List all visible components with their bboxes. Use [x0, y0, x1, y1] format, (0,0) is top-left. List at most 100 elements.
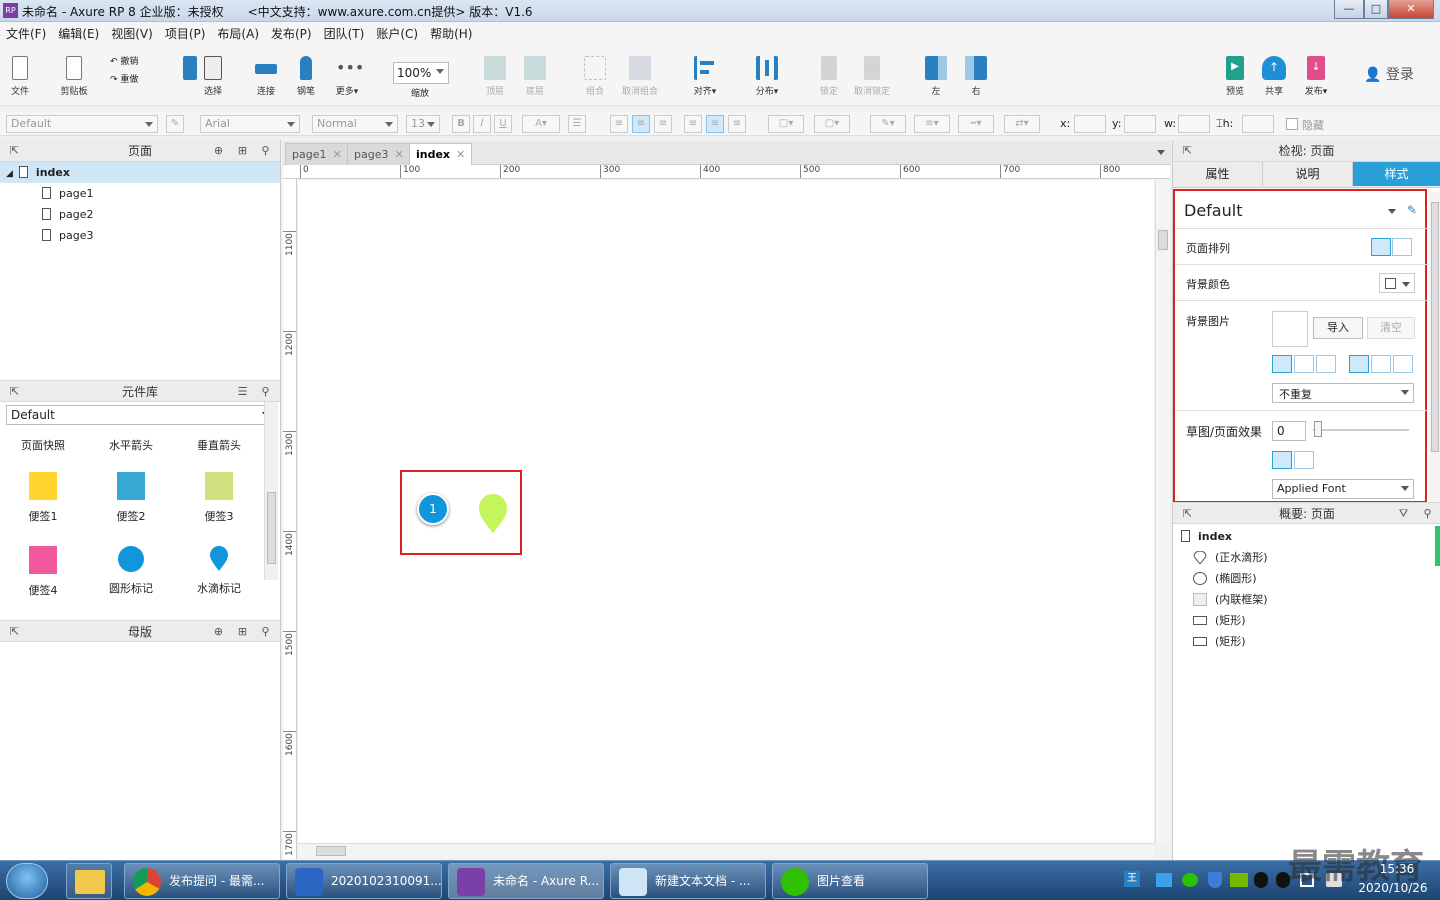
taskbar-explorer[interactable]: [66, 863, 112, 899]
menu-account[interactable]: 账户(C): [370, 22, 424, 42]
widget-sticky-2[interactable]: 便签2: [90, 472, 172, 524]
close-button[interactable]: ✕: [1388, 0, 1434, 19]
outline-scroll-indicator[interactable]: [1435, 526, 1440, 566]
hide-checkbox[interactable]: [1286, 118, 1298, 130]
align-middle-left-icon[interactable]: [1349, 355, 1369, 373]
menu-file[interactable]: 文件(F): [0, 22, 52, 42]
line-width-icon[interactable]: ≡▾: [914, 115, 950, 133]
align-bottom-icon[interactable]: [1393, 355, 1413, 373]
design-canvas[interactable]: 1: [298, 180, 1154, 843]
more-tool[interactable]: ••• 更多▾: [332, 56, 365, 97]
align-left-page-icon[interactable]: [1371, 238, 1391, 256]
select-tool[interactable]: 选择: [200, 56, 226, 97]
maximize-button[interactable]: □: [1364, 0, 1388, 19]
scroll-thumb[interactable]: [1431, 202, 1439, 452]
circle-marker[interactable]: 1: [417, 493, 449, 525]
tray-shield-icon[interactable]: [1208, 872, 1222, 888]
valign-top-icon[interactable]: ≡: [684, 115, 702, 133]
widget-circle-marker[interactable]: 圆形标记: [90, 546, 172, 596]
align-text-center-icon[interactable]: ≡: [632, 115, 650, 133]
outline-item-rectangle-1[interactable]: (矩形): [1173, 610, 1440, 631]
taskbar-word[interactable]: 2020102310091...: [286, 863, 442, 899]
tab-index[interactable]: index ✕: [409, 143, 473, 165]
widget-page-snapshot[interactable]: 页面快照: [2, 437, 84, 453]
library-select[interactable]: Default: [6, 405, 275, 425]
search-icon[interactable]: ⚲: [259, 144, 272, 157]
pin-icon[interactable]: ⇱: [1181, 507, 1194, 520]
send-to-back-tool[interactable]: 底层: [522, 56, 548, 97]
zoom-select[interactable]: 100%: [393, 62, 449, 84]
scroll-thumb[interactable]: [267, 492, 276, 564]
y-input[interactable]: [1124, 115, 1156, 133]
menu-arrange[interactable]: 布局(A): [211, 22, 265, 42]
pin-icon[interactable]: ⇱: [1181, 144, 1194, 157]
search-icon[interactable]: ⚲: [1421, 507, 1434, 520]
tab-page1[interactable]: page1 ✕: [285, 143, 349, 165]
sketch-slider-thumb[interactable]: [1314, 421, 1322, 437]
widget-horizontal-arrow[interactable]: 水平箭头: [90, 437, 172, 453]
align-tool[interactable]: 对齐▾: [688, 56, 722, 97]
tray-nvidia-icon[interactable]: [1230, 873, 1248, 887]
left-tool[interactable]: 左: [924, 56, 948, 97]
color-mode-icon[interactable]: [1272, 451, 1292, 469]
clear-button[interactable]: 清空: [1367, 317, 1415, 339]
import-button[interactable]: 导入: [1313, 317, 1363, 339]
shadow-icon[interactable]: ▢▾: [814, 115, 850, 133]
filter-icon[interactable]: ⛛: [1397, 507, 1410, 520]
bold-icon[interactable]: B: [452, 115, 470, 133]
tab-notes[interactable]: 说明: [1263, 162, 1353, 186]
tray-wechat-icon[interactable]: [1182, 873, 1198, 887]
tab-page3[interactable]: page3 ✕: [347, 143, 411, 165]
inspector-scrollbar[interactable]: [1429, 192, 1440, 502]
menu-edit[interactable]: 编辑(E): [52, 22, 105, 42]
underline-icon[interactable]: U: [494, 115, 512, 133]
minimize-button[interactable]: —: [1334, 0, 1364, 19]
grayscale-mode-icon[interactable]: [1294, 451, 1314, 469]
close-tab-icon[interactable]: ✕: [456, 148, 465, 161]
arrow-style-icon[interactable]: ⇄▾: [1004, 115, 1040, 133]
font-family-select[interactable]: Arial: [200, 115, 300, 133]
scroll-thumb[interactable]: [1158, 230, 1168, 250]
outline-item-ellipse[interactable]: (椭圆形): [1173, 568, 1440, 589]
sketch-input[interactable]: 0: [1272, 421, 1306, 441]
library-scrollbar[interactable]: [264, 402, 278, 580]
file-tool[interactable]: 文件: [6, 56, 34, 97]
ungroup-tool[interactable]: 取消组合: [618, 56, 662, 97]
style-select[interactable]: Default: [6, 115, 158, 133]
drop-marker[interactable]: [476, 491, 510, 537]
start-button[interactable]: [6, 863, 48, 899]
menu-icon[interactable]: ☰: [236, 385, 249, 398]
search-icon[interactable]: ⚲: [259, 385, 272, 398]
italic-icon[interactable]: I: [473, 115, 491, 133]
pin-icon[interactable]: ⇱: [8, 625, 21, 638]
add-folder-icon[interactable]: ⊞: [236, 625, 249, 638]
align-top-right-icon[interactable]: [1316, 355, 1336, 373]
tray-qq-icon[interactable]: [1254, 872, 1268, 888]
scroll-thumb[interactable]: [316, 846, 346, 856]
taskbar-notepad[interactable]: 新建文本文档 - ...: [610, 863, 766, 899]
x-input[interactable]: [1074, 115, 1106, 133]
align-middle-center-icon[interactable]: [1371, 355, 1391, 373]
font-size-select[interactable]: 13: [406, 115, 440, 133]
pin-icon[interactable]: ⇱: [8, 144, 21, 157]
edit-style-icon[interactable]: ✎: [1407, 203, 1417, 217]
group-tool[interactable]: 组合: [582, 56, 608, 97]
page-item-page1[interactable]: page1: [0, 183, 280, 204]
canvas-hscrollbar[interactable]: [298, 843, 1154, 858]
outline-item-inline-frame[interactable]: (内联框架): [1173, 589, 1440, 610]
w-input[interactable]: [1178, 115, 1210, 133]
line-style-icon[interactable]: ┅▾: [958, 115, 994, 133]
taskbar-image-viewer[interactable]: 图片查看: [772, 863, 928, 899]
bg-image-preview[interactable]: [1272, 311, 1308, 347]
widget-sticky-4[interactable]: 便签4: [2, 546, 84, 598]
lock-tool[interactable]: 锁定: [816, 56, 842, 97]
close-tab-icon[interactable]: ✕: [332, 148, 341, 161]
font-select[interactable]: Applied Font: [1272, 479, 1414, 499]
edit-style-icon[interactable]: ✎: [166, 115, 184, 133]
bg-color-picker[interactable]: [1379, 273, 1415, 293]
widget-vertical-arrow[interactable]: 垂直箭头: [178, 437, 260, 453]
line-color-icon[interactable]: ✎▾: [870, 115, 906, 133]
page-item-index[interactable]: ◢ index: [0, 162, 280, 183]
ime-icon[interactable]: 王: [1124, 871, 1140, 887]
taskbar-chrome[interactable]: 发布提问 - 最需...: [124, 863, 280, 899]
